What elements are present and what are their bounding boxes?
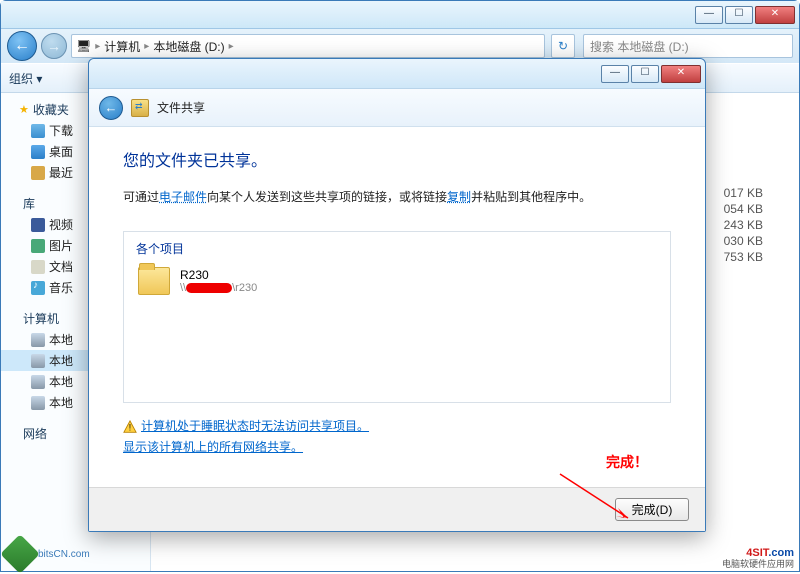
sidebar-item-label: 桌面 bbox=[49, 143, 73, 160]
shared-item-row[interactable]: R230 \\\r230 bbox=[136, 263, 658, 299]
shared-item-name: R230 bbox=[180, 268, 257, 282]
dialog-heading: 您的文件夹已共享。 bbox=[123, 147, 671, 171]
share-folder-icon bbox=[131, 99, 149, 117]
dialog-header: ← 文件共享 bbox=[89, 89, 705, 127]
dialog-maximize-button[interactable]: ☐ bbox=[631, 65, 659, 83]
breadcrumb-drive[interactable]: 本地磁盘 (D:) bbox=[153, 38, 224, 55]
dialog-footer: 完成(D) bbox=[89, 487, 705, 531]
watermark-text: bitsCN.com bbox=[38, 549, 90, 560]
dialog-body: 您的文件夹已共享。 可通过电子邮件向某个人发送到这些共享项的链接，或将链接复制并… bbox=[89, 127, 705, 469]
refresh-button[interactable]: ↻ bbox=[551, 34, 575, 58]
text: 可通过 bbox=[123, 190, 159, 204]
organize-dropdown[interactable]: 组织 ▾ bbox=[9, 70, 42, 87]
warning-icon: ! bbox=[123, 420, 137, 434]
text: \r230 bbox=[232, 282, 257, 294]
text: 向某个人发送到这些共享项的链接，或将链接 bbox=[207, 190, 447, 204]
done-button[interactable]: 完成(D) bbox=[615, 498, 689, 521]
music-icon bbox=[31, 281, 45, 295]
sidebar-item-label: 网络 bbox=[23, 425, 47, 442]
recent-icon bbox=[31, 166, 45, 180]
sleep-warning-link[interactable]: ! 计算机处于睡眠状态时无法访问共享项目。 bbox=[123, 417, 671, 434]
dialog-header-title: 文件共享 bbox=[157, 99, 205, 116]
breadcrumb-computer[interactable]: 计算机 bbox=[104, 38, 140, 55]
sidebar-item-label: 视频 bbox=[49, 216, 73, 233]
show-all-shares-link[interactable]: 显示该计算机上的所有网络共享。 bbox=[123, 438, 671, 455]
drive-icon bbox=[31, 375, 45, 389]
breadcrumb[interactable]: 🖥 ▸ 计算机 ▸ 本地磁盘 (D:) ▸ bbox=[71, 34, 545, 58]
document-icon bbox=[31, 260, 45, 274]
video-icon bbox=[31, 218, 45, 232]
search-placeholder: 搜索 本地磁盘 (D:) bbox=[590, 38, 689, 55]
breadcrumb-icon: 🖥 bbox=[76, 39, 91, 53]
nav-back-button[interactable]: ← bbox=[7, 31, 37, 61]
shared-item-path: \\\r230 bbox=[180, 282, 257, 294]
dialog-links: ! 计算机处于睡眠状态时无法访问共享项目。 显示该计算机上的所有网络共享。 bbox=[123, 417, 671, 455]
sidebar-item-label: 库 bbox=[23, 195, 35, 212]
desktop-icon bbox=[31, 145, 45, 159]
sidebar-item-label: 音乐 bbox=[49, 279, 73, 296]
items-header: 各个项目 bbox=[136, 240, 658, 263]
explorer-titlebar: — ☐ ✕ bbox=[1, 1, 799, 29]
watermark-text: .com bbox=[768, 547, 794, 559]
shared-items-box: 各个项目 R230 \\\r230 bbox=[123, 231, 671, 403]
sidebar-item-label: 本地 bbox=[49, 331, 73, 348]
link-label: 计算机处于睡眠状态时无法访问共享项目。 bbox=[141, 419, 369, 433]
drive-icon bbox=[31, 333, 45, 347]
maximize-button[interactable]: ☐ bbox=[725, 6, 753, 24]
watermark-bottom-right: 4SIT.com 电脑软硬件应用网 bbox=[722, 548, 794, 570]
dialog-close-button[interactable]: ✕ bbox=[661, 65, 701, 83]
dialog-titlebar: — ☐ ✕ bbox=[89, 59, 705, 89]
sidebar-item-label: 本地 bbox=[49, 394, 73, 411]
text: 并粘贴到其他程序中。 bbox=[471, 190, 591, 204]
email-link[interactable]: 电子邮件 bbox=[159, 190, 207, 204]
dialog-back-button[interactable]: ← bbox=[99, 96, 123, 120]
watermark-bottom-left: bitsCN.com bbox=[6, 540, 90, 568]
dialog-description: 可通过电子邮件向某个人发送到这些共享项的链接，或将链接复制并粘贴到其他程序中。 bbox=[123, 187, 671, 207]
nav-forward-button[interactable]: → bbox=[41, 33, 67, 59]
watermark-subtext: 电脑软硬件应用网 bbox=[722, 559, 794, 569]
folder-icon bbox=[138, 267, 170, 295]
sidebar-item-label: 本地 bbox=[49, 373, 73, 390]
svg-text:!: ! bbox=[129, 423, 131, 433]
minimize-button[interactable]: — bbox=[695, 6, 723, 24]
redacted-hostname bbox=[186, 283, 232, 293]
sidebar-item-label: 文档 bbox=[49, 258, 73, 275]
sidebar-item-label: 本地 bbox=[49, 352, 73, 369]
logo-icon bbox=[0, 534, 40, 574]
search-input[interactable]: 搜索 本地磁盘 (D:) bbox=[583, 34, 793, 58]
sidebar-item-label: 下载 bbox=[49, 122, 73, 139]
organize-label: 组织 ▾ bbox=[9, 70, 42, 87]
copy-link[interactable]: 复制 bbox=[447, 190, 471, 204]
download-icon bbox=[31, 124, 45, 138]
annotation-text: 完成！ bbox=[606, 452, 648, 472]
sidebar-item-label: 图片 bbox=[49, 237, 73, 254]
dialog-minimize-button[interactable]: — bbox=[601, 65, 629, 83]
sidebar-item-label: 最近 bbox=[49, 164, 73, 181]
drive-icon bbox=[31, 396, 45, 410]
close-button[interactable]: ✕ bbox=[755, 6, 795, 24]
watermark-text: 4SIT bbox=[746, 547, 768, 559]
drive-icon bbox=[31, 354, 45, 368]
sidebar-item-label: 计算机 bbox=[23, 310, 59, 327]
picture-icon bbox=[31, 239, 45, 253]
